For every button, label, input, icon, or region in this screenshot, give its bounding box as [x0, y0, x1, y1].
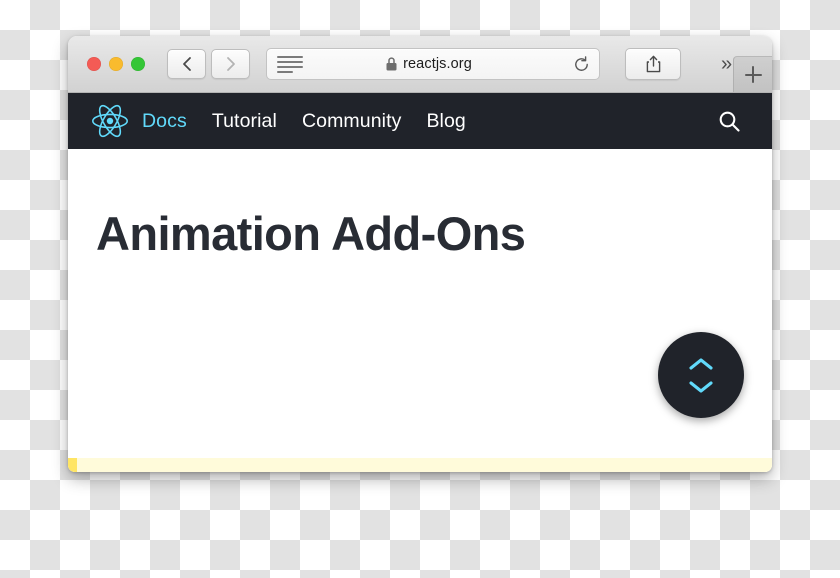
address-bar-content: reactjs.org [285, 56, 573, 72]
zoom-window-button[interactable] [131, 57, 145, 71]
page-title: Animation Add-Ons [96, 207, 526, 260]
browser-window: reactjs.org » Docs Tutorial Community Bl… [68, 36, 772, 472]
address-bar[interactable]: reactjs.org [266, 48, 600, 80]
share-icon [646, 55, 660, 73]
traffic-light-group [87, 57, 145, 71]
note-callout: Note: ReactTransitionGroup and ReactCSST… [68, 458, 772, 472]
chevron-right-icon [226, 57, 235, 71]
url-text: reactjs.org [403, 56, 472, 72]
minimize-window-button[interactable] [109, 57, 123, 71]
screenshot-canvas: reactjs.org » Docs Tutorial Community Bl… [0, 0, 840, 578]
back-button[interactable] [167, 49, 206, 79]
site-nav-links: Docs Tutorial Community Blog [142, 110, 466, 133]
nav-link-docs[interactable]: Docs [142, 110, 187, 133]
chevron-left-icon [182, 57, 191, 71]
scroll-navigation-button[interactable] [658, 332, 744, 418]
reload-button[interactable] [573, 55, 590, 73]
browser-toolbar: reactjs.org » [68, 36, 772, 93]
nav-link-community[interactable]: Community [302, 110, 402, 133]
reload-icon [575, 55, 588, 71]
react-logo-icon [92, 104, 128, 138]
new-tab-button[interactable] [733, 56, 772, 92]
plus-icon [744, 66, 762, 83]
site-navbar: Docs Tutorial Community Blog [68, 93, 772, 149]
nav-link-tutorial[interactable]: Tutorial [212, 110, 277, 133]
share-button[interactable] [625, 48, 681, 80]
search-button[interactable] [717, 109, 742, 134]
close-window-button[interactable] [87, 57, 101, 71]
more-toolbar-items-button[interactable]: » [721, 54, 732, 74]
forward-button[interactable] [211, 49, 250, 79]
navigation-buttons [167, 49, 250, 79]
chevron-up-icon [689, 357, 713, 370]
chevron-down-icon [689, 380, 713, 393]
nav-link-blog[interactable]: Blog [426, 110, 465, 133]
search-icon [719, 111, 740, 132]
lock-icon [386, 57, 397, 71]
page-content: Animation Add-Ons Note: ReactTransitionG… [68, 149, 772, 472]
